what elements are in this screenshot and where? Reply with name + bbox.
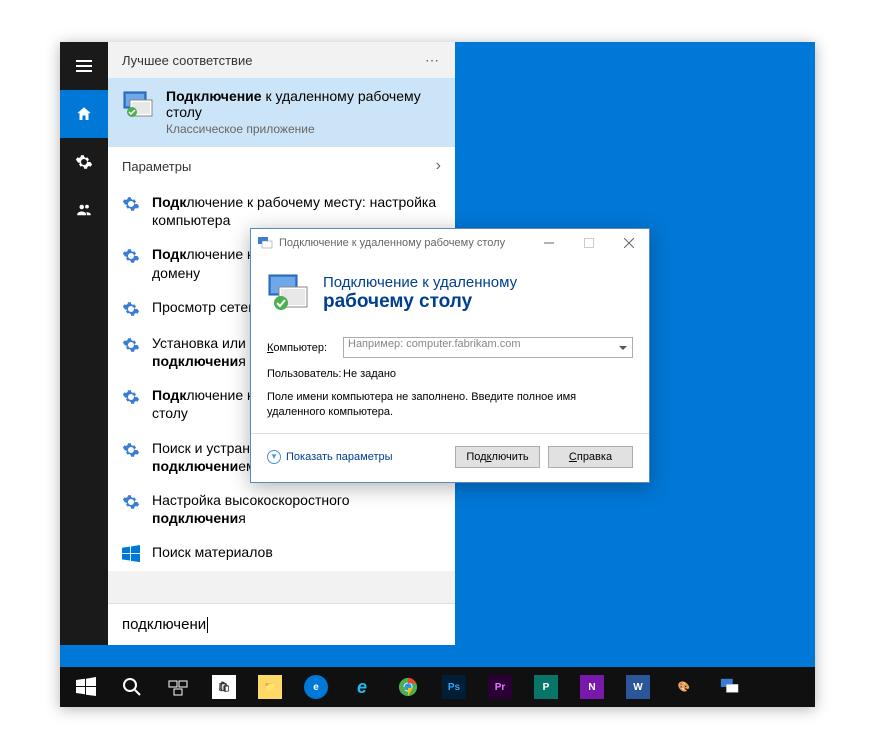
start-button[interactable]	[64, 667, 108, 707]
best-match-title: Подключение к удаленному рабочему столу	[166, 88, 441, 120]
taskview-button[interactable]	[156, 667, 200, 707]
minimize-icon	[544, 238, 554, 248]
section-parameters[interactable]: Параметры ›	[108, 146, 455, 185]
ie-app[interactable]: e	[340, 667, 384, 707]
best-match-label: Лучшее соответствие	[122, 53, 252, 68]
start-sidebar	[60, 42, 108, 645]
result-icon	[122, 388, 140, 406]
result-icon	[122, 336, 140, 354]
rdp-titlebar[interactable]: Подключение к удаленному рабочему столу	[251, 229, 649, 257]
windows-icon	[76, 677, 96, 697]
result-icon	[122, 441, 140, 459]
search-icon	[122, 677, 142, 697]
word-app[interactable]: W	[616, 667, 660, 707]
search-button[interactable]	[110, 667, 154, 707]
show-params-label: Показать параметры	[286, 451, 393, 463]
result-icon	[122, 300, 140, 318]
rdp-taskbar-app[interactable]	[708, 667, 752, 707]
show-parameters-link[interactable]: ▾ Показать параметры	[267, 450, 447, 464]
rdp-header-title: Подключение к удаленному рабочему столу	[323, 274, 517, 313]
close-icon	[624, 238, 634, 248]
chrome-app[interactable]	[386, 667, 430, 707]
text-cursor	[207, 617, 208, 633]
minimize-button[interactable]	[529, 229, 569, 257]
settings-button[interactable]	[60, 138, 108, 186]
best-match-subtitle: Классическое приложение	[166, 122, 441, 136]
gear-icon	[75, 153, 93, 171]
rdp-taskbar-icon	[720, 677, 740, 697]
chrome-icon	[398, 677, 418, 697]
best-match-header: Лучшее соответствие ⋯	[108, 42, 455, 78]
home-button[interactable]	[60, 90, 108, 138]
rdp-header: Подключение к удаленному рабочему столу	[251, 257, 649, 333]
maximize-button[interactable]	[569, 229, 609, 257]
more-options[interactable]: ⋯	[425, 52, 441, 69]
ie-icon: e	[350, 675, 374, 699]
store-app[interactable]: 🛍	[202, 667, 246, 707]
taskbar: 🛍 📁 e e Ps Pr P N W 🎨	[60, 667, 815, 707]
people-icon	[75, 201, 93, 219]
paint-icon: 🎨	[672, 675, 696, 699]
result-icon	[122, 247, 140, 265]
folder-icon: 📁	[258, 675, 282, 699]
help-button[interactable]: Справка	[548, 446, 633, 468]
menu-button[interactable]	[60, 42, 108, 90]
ps-icon: Ps	[442, 675, 466, 699]
result-icon	[122, 545, 140, 563]
rdp-header-icon	[267, 271, 311, 315]
close-button[interactable]	[609, 229, 649, 257]
onenote-icon: N	[580, 675, 604, 699]
pub-icon: P	[534, 675, 558, 699]
taskview-icon	[168, 677, 188, 697]
rdp-app-icon	[122, 88, 154, 120]
onenote-app[interactable]: N	[570, 667, 614, 707]
rdp-titlebar-icon	[257, 235, 273, 251]
edge-icon: e	[304, 675, 328, 699]
result-label: Поиск материалов	[152, 543, 273, 561]
rdp-dialog: Подключение к удаленному рабочему столу	[250, 228, 650, 483]
user-label: Пользователь:	[267, 368, 343, 380]
word-icon: W	[626, 675, 650, 699]
result-label: Подключение к рабочему месту: настройка …	[152, 193, 441, 229]
photoshop-app[interactable]: Ps	[432, 667, 476, 707]
result-icon	[122, 195, 140, 213]
user-value: Не задано	[343, 368, 396, 380]
explorer-app[interactable]: 📁	[248, 667, 292, 707]
computer-combo[interactable]: Например: computer.fabrikam.com	[343, 337, 633, 358]
result-label: Настройка высокоскоростного подключения	[152, 491, 441, 527]
store-icon: 🛍	[212, 675, 236, 699]
rdp-titlebar-text: Подключение к удаленному рабочему столу	[279, 237, 529, 249]
rdp-body: Компьютер: Например: computer.fabrikam.c…	[251, 333, 649, 433]
chevron-right-icon: ›	[436, 157, 441, 175]
search-text: подключени	[122, 616, 206, 633]
section-label: Параметры	[122, 159, 191, 174]
publisher-app[interactable]: P	[524, 667, 568, 707]
premiere-app[interactable]: Pr	[478, 667, 522, 707]
connect-button[interactable]: Подключить	[455, 446, 540, 468]
edge-app[interactable]: e	[294, 667, 338, 707]
rdp-hint: Поле имени компьютера не заполнено. Введ…	[267, 390, 633, 421]
paint-app[interactable]: 🎨	[662, 667, 706, 707]
result-icon	[122, 493, 140, 511]
home-icon	[75, 105, 93, 123]
best-match-item[interactable]: Подключение к удаленному рабочему столу …	[108, 78, 455, 146]
search-result-7[interactable]: Поиск материалов	[108, 535, 455, 571]
search-input[interactable]: подключени	[108, 603, 455, 645]
hamburger-icon	[76, 60, 92, 72]
expand-icon: ▾	[267, 450, 281, 464]
computer-label: Компьютер:	[267, 342, 343, 354]
pr-icon: Pr	[488, 675, 512, 699]
search-result-6[interactable]: Настройка высокоскоростного подключения	[108, 483, 455, 535]
rdp-footer: ▾ Показать параметры Подключить Справка	[251, 433, 649, 482]
people-button[interactable]	[60, 186, 108, 234]
maximize-icon	[584, 238, 594, 248]
